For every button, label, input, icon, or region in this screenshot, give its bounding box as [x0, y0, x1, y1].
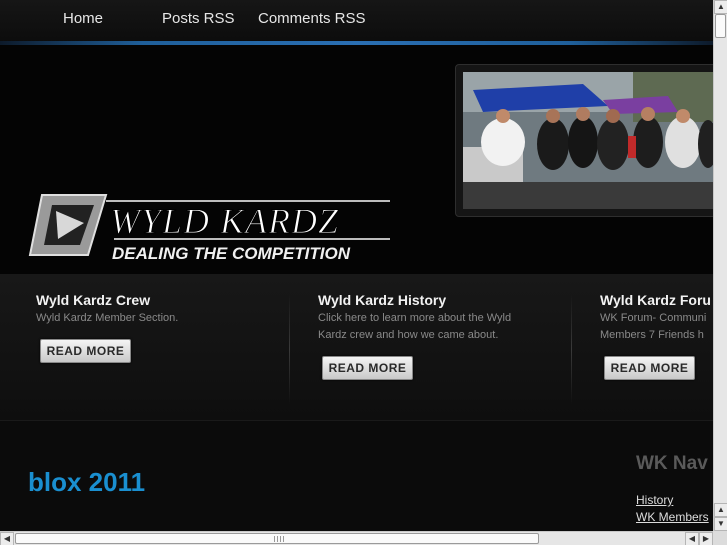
feature-title[interactable]: Wyld Kardz Crew: [36, 292, 286, 308]
vertical-scrollbar[interactable]: ▲ ▲ ▼: [713, 0, 727, 531]
arrow-right-icon[interactable]: ▶: [699, 532, 713, 545]
feature-description-line: Wyld Kardz Member Section.: [36, 312, 179, 324]
feature-description-line: Members 7 Friends h: [600, 329, 704, 341]
arrow-left-icon[interactable]: ◀: [685, 532, 699, 545]
divider: [571, 294, 572, 404]
arrow-up-icon[interactable]: ▲: [714, 0, 727, 14]
top-navigation: Home Posts RSS Comments RSS: [0, 0, 713, 43]
logo-text: WYLD KARDZ: [110, 201, 339, 241]
logo-tagline: DEALING THE COMPETITION: [112, 244, 351, 263]
site-header: WYLD KARDZ DEALING THE COMPETITION: [0, 45, 720, 274]
feature-description-line: Kardz crew and how we came about.: [318, 329, 499, 341]
read-more-button-history[interactable]: READ MORE: [322, 356, 413, 380]
horizontal-scrollbar[interactable]: ◀ ◀ ▶: [0, 531, 713, 545]
vertical-scroll-thumb[interactable]: [715, 14, 726, 38]
sidebar-link-history[interactable]: History: [636, 493, 673, 507]
sidebar-link-members[interactable]: WK Members: [636, 510, 709, 524]
feature-forum: Wyld Kardz Foru WK Forum- Communi Member…: [600, 292, 713, 344]
arrow-down-icon[interactable]: ▼: [714, 517, 727, 531]
arrow-left-icon[interactable]: ◀: [0, 532, 14, 545]
read-more-button-crew[interactable]: READ MORE: [40, 339, 131, 363]
site-logo[interactable]: WYLD KARDZ DEALING THE COMPETITION: [28, 193, 393, 263]
nav-home-link[interactable]: Home: [63, 10, 103, 27]
grip-icon: [274, 536, 284, 542]
sidebar-heading: WK Nav: [636, 453, 708, 474]
nav-comments-rss-link[interactable]: Comments RSS: [258, 10, 366, 27]
post-title-link[interactable]: blox 2011: [28, 467, 145, 498]
feature-crew: Wyld Kardz Crew Wyld Kardz Member Sectio…: [36, 292, 286, 327]
horizontal-scroll-thumb[interactable]: [15, 533, 539, 544]
featured-photo-frame: [455, 64, 720, 217]
nav-posts-rss-link[interactable]: Posts RSS: [162, 10, 235, 27]
feature-history: Wyld Kardz History Click here to learn m…: [318, 292, 568, 344]
group-photo[interactable]: [463, 72, 715, 209]
feature-title[interactable]: Wyld Kardz History: [318, 292, 568, 308]
divider: [289, 294, 290, 404]
arrow-up-icon[interactable]: ▲: [714, 503, 727, 517]
featured-section: Wyld Kardz Crew Wyld Kardz Member Sectio…: [0, 274, 713, 420]
read-more-button-forum[interactable]: READ MORE: [604, 356, 695, 380]
feature-description-line: WK Forum- Communi: [600, 312, 707, 324]
main-content: blox 2011 WK Nav History WK Members: [0, 420, 713, 531]
scrollbar-corner: [713, 531, 727, 545]
feature-description-line: Click here to learn more about the Wyld: [318, 312, 512, 324]
feature-title[interactable]: Wyld Kardz Foru: [600, 292, 713, 308]
